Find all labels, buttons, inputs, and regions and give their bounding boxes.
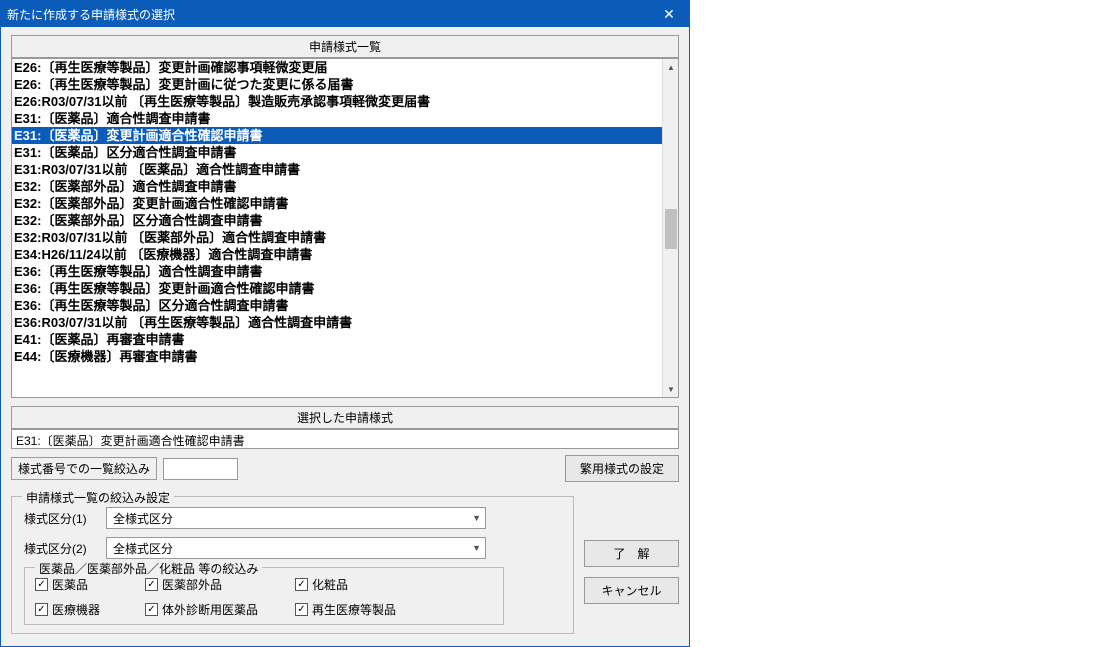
category-fieldset: 医薬品／医薬部外品／化粧品 等の絞込み ✓医薬品 ✓医薬部外品 ✓化粧品 ✓医療… [24, 567, 504, 625]
checkbox-icon: ✓ [35, 578, 48, 591]
scroll-down-button[interactable]: ▼ [663, 381, 679, 397]
frequent-forms-button[interactable]: 繁用様式の設定 [565, 455, 679, 482]
combo1-value: 全様式区分 [113, 510, 173, 527]
check-iryoukiki[interactable]: ✓医療機器 [35, 601, 145, 618]
check-keshouhin[interactable]: ✓化粧品 [295, 576, 435, 593]
narrow-legend: 申請様式一覧の絞込み設定 [22, 489, 174, 506]
combo1-label: 様式区分(1) [24, 510, 96, 527]
dialog-window: 新たに作成する申請様式の選択 ✕ 申請様式一覧 E26:〔再生医療等製品〕変更計… [0, 0, 690, 647]
titlebar: 新たに作成する申請様式の選択 ✕ [1, 1, 689, 27]
checkbox-icon: ✓ [145, 603, 158, 616]
form-listbox[interactable]: E26:〔再生医療等製品〕変更計画確認事項軽微変更届E26:〔再生医療等製品〕変… [12, 59, 662, 397]
checks-grid: ✓医薬品 ✓医薬部外品 ✓化粧品 ✓医療機器 ✓体外診断用医薬品 ✓再生医療等製… [35, 576, 493, 618]
combo2[interactable]: 全様式区分 ▼ [106, 537, 486, 559]
list-item[interactable]: E32:〔医薬部外品〕適合性調査申請書 [12, 178, 662, 195]
list-item[interactable]: E31:〔医薬品〕適合性調査申請書 [12, 110, 662, 127]
check-bugaihin[interactable]: ✓医薬部外品 [145, 576, 295, 593]
list-item[interactable]: E31:〔医薬品〕変更計画適合性確認申請書 [12, 127, 662, 144]
list-item[interactable]: E36:〔再生医療等製品〕区分適合性調査申請書 [12, 297, 662, 314]
checkbox-icon: ✓ [145, 578, 158, 591]
list-item[interactable]: E44:〔医療機器〕再審査申請書 [12, 348, 662, 365]
cancel-button[interactable]: キャンセル [584, 577, 679, 604]
list-item[interactable]: E36:R03/07/31以前 〔再生医療等製品〕適合性調査申請書 [12, 314, 662, 331]
list-item[interactable]: E32:R03/07/31以前 〔医薬部外品〕適合性調査申請書 [12, 229, 662, 246]
checkbox-icon: ✓ [35, 603, 48, 616]
ok-button[interactable]: 了 解 [584, 540, 679, 567]
check-saisei[interactable]: ✓再生医療等製品 [295, 601, 435, 618]
window-title: 新たに作成する申請様式の選択 [7, 6, 175, 23]
combo2-value: 全様式区分 [113, 540, 173, 557]
check-iyakuhin[interactable]: ✓医薬品 [35, 576, 145, 593]
chevron-down-icon: ▼ [472, 543, 481, 553]
bottom-row: 申請様式一覧の絞込み設定 様式区分(1) 全様式区分 ▼ 様式区分(2) 全様式… [11, 482, 679, 634]
combo2-label: 様式区分(2) [24, 540, 96, 557]
filter-row: 様式番号での一覧絞込み 繁用様式の設定 [11, 455, 679, 482]
list-item[interactable]: E26:〔再生医療等製品〕変更計画確認事項軽微変更届 [12, 59, 662, 76]
combo1[interactable]: 全様式区分 ▼ [106, 507, 486, 529]
list-item[interactable]: E31:〔医薬品〕区分適合性調査申請書 [12, 144, 662, 161]
list-item[interactable]: E32:〔医薬部外品〕区分適合性調査申請書 [12, 212, 662, 229]
selected-form-value: E31:〔医薬品〕変更計画適合性確認申請書 [11, 429, 679, 449]
category-legend: 医薬品／医薬部外品／化粧品 等の絞込み [35, 560, 262, 577]
action-buttons: 了 解 キャンセル [584, 540, 679, 604]
list-item[interactable]: E34:H26/11/24以前 〔医療機器〕適合性調査申請書 [12, 246, 662, 263]
chevron-down-icon: ▼ [472, 513, 481, 523]
list-header: 申請様式一覧 [11, 35, 679, 58]
narrow-fieldset: 申請様式一覧の絞込み設定 様式区分(1) 全様式区分 ▼ 様式区分(2) 全様式… [11, 496, 574, 634]
list-item[interactable]: E31:R03/07/31以前 〔医薬品〕適合性調査申請書 [12, 161, 662, 178]
list-item[interactable]: E41:〔医薬品〕再審査申請書 [12, 331, 662, 348]
list-item[interactable]: E36:〔再生医療等製品〕変更計画適合性確認申請書 [12, 280, 662, 297]
selected-section: 選択した申請様式 E31:〔医薬品〕変更計画適合性確認申請書 [11, 406, 679, 449]
list-item[interactable]: E26:〔再生医療等製品〕変更計画に従つた変更に係る届書 [12, 76, 662, 93]
combo-row-1: 様式区分(1) 全様式区分 ▼ [24, 507, 561, 529]
close-button[interactable]: ✕ [649, 1, 689, 27]
close-icon: ✕ [663, 6, 675, 23]
checkbox-icon: ✓ [295, 603, 308, 616]
form-listbox-wrap: E26:〔再生医療等製品〕変更計画確認事項軽微変更届E26:〔再生医療等製品〕変… [11, 58, 679, 398]
check-taigai[interactable]: ✓体外診断用医薬品 [145, 601, 295, 618]
scroll-up-button[interactable]: ▲ [663, 59, 679, 75]
list-item[interactable]: E26:R03/07/31以前 〔再生医療等製品〕製造販売承認事項軽微変更届書 [12, 93, 662, 110]
combo-row-2: 様式区分(2) 全様式区分 ▼ [24, 537, 561, 559]
checkbox-icon: ✓ [295, 578, 308, 591]
filter-label: 様式番号での一覧絞込み [11, 457, 157, 480]
content-area: 申請様式一覧 E26:〔再生医療等製品〕変更計画確認事項軽微変更届E26:〔再生… [1, 27, 689, 646]
scroll-thumb[interactable] [665, 209, 677, 249]
filter-input[interactable] [163, 458, 238, 480]
scrollbar[interactable]: ▲ ▼ [662, 59, 678, 397]
selected-header: 選択した申請様式 [11, 406, 679, 429]
list-item[interactable]: E36:〔再生医療等製品〕適合性調査申請書 [12, 263, 662, 280]
list-item[interactable]: E32:〔医薬部外品〕変更計画適合性確認申請書 [12, 195, 662, 212]
